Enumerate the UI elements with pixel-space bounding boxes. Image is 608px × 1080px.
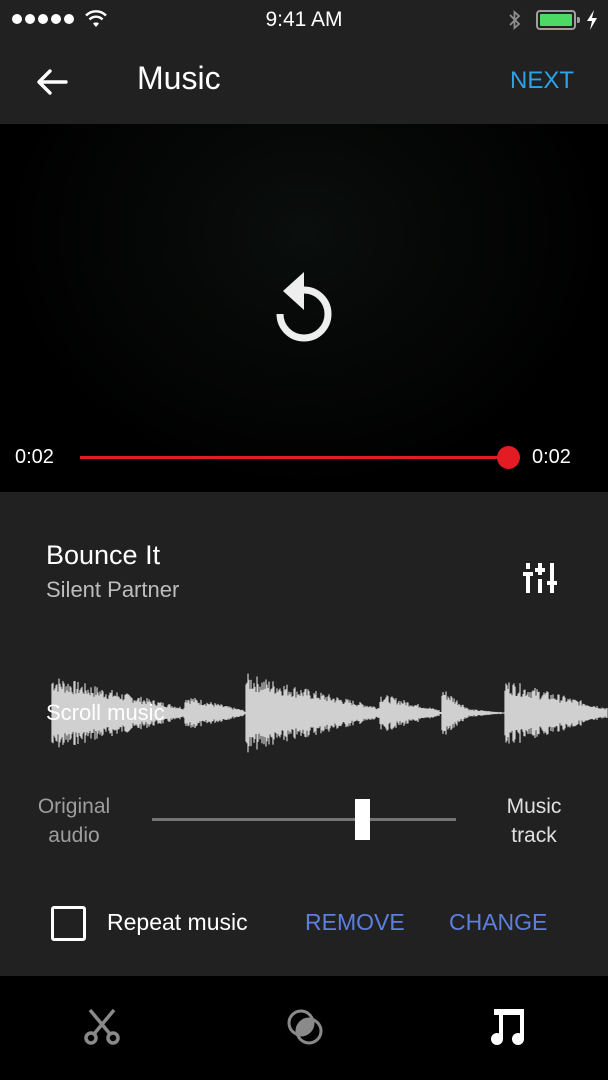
music-note-icon — [491, 1009, 524, 1045]
bottom-navigation — [0, 976, 608, 1080]
nav-tab-trim[interactable] — [72, 1002, 132, 1052]
audio-mix-slider-thumb[interactable] — [354, 799, 370, 840]
change-button[interactable]: CHANGE — [449, 909, 547, 936]
track-title: Bounce It — [46, 540, 161, 570]
audio-settings-button[interactable] — [518, 556, 562, 600]
original-audio-label: Original audio — [37, 795, 111, 847]
playback-scrubber-thumb[interactable] — [497, 446, 520, 469]
arrow-left-icon — [37, 69, 68, 95]
audio-mix-slider[interactable] — [152, 799, 456, 840]
bluetooth-icon — [507, 8, 523, 37]
playback-progress-bar[interactable] — [80, 446, 520, 469]
progress-fill — [80, 456, 508, 459]
replay-button[interactable] — [264, 260, 344, 350]
battery-icon — [536, 10, 576, 30]
status-bar: 9:41 AM — [0, 0, 608, 40]
repeat-music-label[interactable]: Repeat music — [107, 909, 248, 936]
music-track-label: Music track — [506, 795, 562, 847]
current-time: 0:02 — [15, 446, 54, 468]
remove-button[interactable]: REMOVE — [305, 909, 405, 936]
total-time: 0:02 — [532, 446, 571, 468]
page-title: Music — [137, 60, 221, 96]
back-button[interactable] — [30, 62, 74, 102]
nav-tab-filters[interactable] — [275, 1002, 335, 1052]
music-waveform-scroller[interactable] — [0, 665, 608, 760]
track-artist: Silent Partner — [46, 577, 180, 602]
waveform-path — [51, 673, 608, 753]
repeat-music-checkbox[interactable] — [51, 906, 86, 941]
equalizer-icon — [523, 563, 557, 593]
replay-icon — [276, 272, 332, 342]
filters-icon — [287, 1009, 323, 1045]
charging-bolt-icon — [585, 9, 599, 36]
next-button[interactable]: NEXT — [510, 67, 574, 95]
nav-tab-music[interactable] — [478, 1002, 538, 1052]
scissors-icon — [84, 1008, 120, 1045]
waveform-graphic — [51, 673, 608, 753]
app-bar: Music NEXT — [0, 40, 608, 124]
